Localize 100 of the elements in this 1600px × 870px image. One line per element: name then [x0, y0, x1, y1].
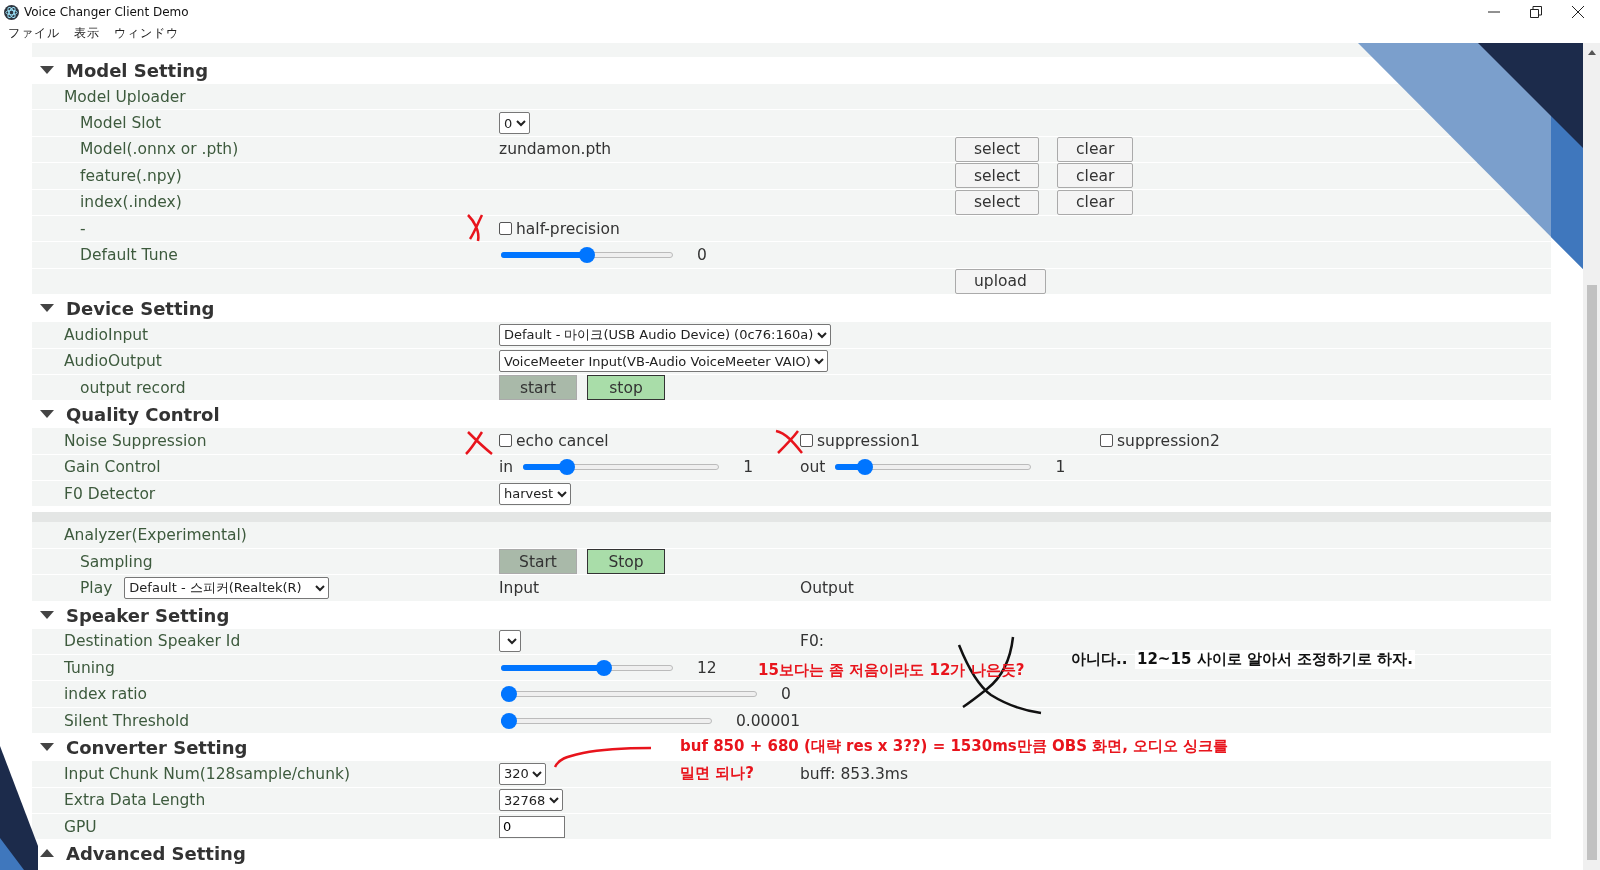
section-title[interactable]: Device Setting — [66, 298, 215, 320]
dropdown[interactable]: 320 — [499, 762, 546, 785]
section-title[interactable]: Model Setting — [66, 60, 209, 81]
section-title[interactable]: Speaker Setting — [66, 604, 230, 626]
slider[interactable] — [501, 686, 757, 703]
handwritten-note: 12~15 사이로 알아서 조정하기로 하자. — [1135, 650, 1415, 669]
slider-value: 0 — [781, 685, 791, 704]
caret-down-icon[interactable] — [40, 410, 54, 420]
caret-down-icon[interactable] — [40, 610, 54, 620]
value-text: buff: 853.3ms — [800, 764, 909, 783]
value-text: in — [499, 458, 514, 477]
checkbox-option[interactable]: echo cancel — [499, 432, 609, 450]
field-label: index ratio — [64, 685, 148, 704]
action-button[interactable]: clear — [1057, 136, 1134, 162]
slider-thumb[interactable] — [579, 247, 595, 264]
field-label: Model(.onnx or .pth) — [80, 140, 239, 159]
action-button[interactable]: select — [955, 136, 1040, 162]
value-text: F0: — [800, 632, 824, 651]
field-label: - — [80, 219, 86, 238]
field-label: Play — [80, 578, 113, 597]
field-label: AudioInput — [64, 325, 149, 344]
slider-thumb[interactable] — [596, 659, 613, 676]
slider-thumb[interactable] — [501, 712, 517, 729]
cross-mark-drawing — [464, 430, 494, 456]
caret-down-icon[interactable] — [40, 304, 54, 314]
field-label: Sampling — [80, 552, 153, 571]
menu-item[interactable]: ウィンドウ — [114, 25, 179, 42]
menu-item[interactable]: 表示 — [74, 25, 100, 42]
toggle-button[interactable]: stop — [587, 375, 665, 401]
field-label: Default Tune — [80, 246, 178, 265]
scrollbar[interactable] — [1583, 43, 1600, 870]
checkbox-label: echo cancel — [516, 432, 609, 450]
slider-value: 0 — [697, 246, 707, 265]
slider-value: 1 — [743, 458, 753, 477]
field-label: Tuning — [64, 658, 115, 677]
value-text: Input — [499, 578, 540, 597]
dropdown[interactable]: harvest — [499, 482, 571, 505]
cross-mark-drawing — [774, 429, 806, 455]
dropdown[interactable]: Default - 마이크(USB Audio Device) (0c76:160a) — [499, 323, 831, 346]
field-label: Model Uploader — [64, 87, 186, 106]
slider[interactable] — [501, 659, 673, 676]
field-label: output record — [80, 378, 186, 397]
dropdown[interactable]: VoiceMeeter Input(VB-Audio VoiceMeeter VAIO) — [499, 350, 828, 373]
slider-thumb[interactable] — [857, 459, 873, 476]
slider-thumb[interactable] — [501, 686, 517, 703]
action-button[interactable]: upload — [955, 268, 1046, 294]
slider[interactable] — [523, 459, 720, 476]
toggle-button[interactable]: Stop — [587, 549, 665, 575]
handwritten-note: 아니다.. — [1070, 650, 1129, 669]
app-logo-icon — [4, 4, 19, 20]
value-text: out — [800, 458, 826, 477]
caret-down-icon[interactable] — [40, 743, 54, 753]
window-title: Voice Changer Client Demo — [24, 5, 189, 19]
field-label: Noise Suppression — [64, 432, 207, 450]
dropdown[interactable]: 32768 — [499, 789, 563, 812]
dropdown[interactable] — [499, 630, 521, 653]
action-button[interactable]: clear — [1057, 163, 1134, 189]
field-label: GPU — [64, 817, 97, 836]
action-button[interactable]: select — [955, 163, 1040, 189]
caret-down-icon[interactable] — [40, 66, 54, 75]
slider-thumb[interactable] — [559, 459, 576, 476]
toggle-button[interactable]: Start — [499, 549, 577, 575]
checkbox[interactable] — [800, 434, 813, 448]
slider-value: 12 — [697, 658, 717, 677]
field-label: index(.index) — [80, 193, 182, 212]
field-label: AudioOutput — [64, 352, 162, 371]
field-label: F0 Detector — [64, 484, 156, 503]
slider[interactable] — [501, 247, 673, 264]
field-label: Model Slot — [80, 114, 162, 133]
dropdown[interactable]: 0 — [499, 112, 530, 135]
section-title[interactable]: Quality Control — [66, 404, 220, 426]
section-title[interactable]: Converter Setting — [66, 737, 248, 759]
restore-icon[interactable] — [1530, 6, 1542, 18]
action-button[interactable]: select — [955, 189, 1040, 215]
checkbox[interactable] — [499, 434, 512, 448]
caret-up-icon[interactable] — [40, 849, 54, 859]
scroll-up-icon[interactable] — [1587, 49, 1596, 55]
menu-item[interactable]: ファイル — [8, 25, 60, 42]
field-label: Input Chunk Num(128sample/chunk) — [64, 764, 350, 783]
scrollbar-thumb[interactable] — [1586, 285, 1597, 860]
field-label: Analyzer(Experimental) — [64, 526, 247, 545]
handwritten-note: 밀면 되나? — [679, 764, 755, 783]
toggle-button[interactable]: start — [499, 375, 577, 401]
action-button[interactable]: clear — [1057, 189, 1134, 215]
value-text: Output — [800, 578, 854, 597]
close-icon[interactable] — [1572, 6, 1584, 18]
dropdown[interactable]: Default - 스피커(Realtek(R) — [124, 576, 330, 599]
field-label: Silent Threshold — [64, 711, 190, 730]
section-title[interactable]: Advanced Setting — [66, 843, 246, 865]
slider[interactable] — [501, 712, 712, 729]
slider-value: 1 — [1055, 458, 1066, 477]
input-field[interactable]: 0 — [499, 815, 565, 838]
slider[interactable] — [835, 459, 1032, 476]
checkbox[interactable] — [499, 222, 512, 236]
value-text: zundamon.pth — [499, 140, 612, 159]
handwritten-note: buf 850 + 680 (대략 res x 3??) = 1530ms만큼 OBS 화면, 오디오 싱크를 — [679, 737, 1230, 756]
field-label: Gain Control — [64, 458, 161, 477]
field-label: Extra Data Length — [64, 791, 206, 810]
checkbox[interactable] — [1100, 434, 1113, 448]
field-label: Destination Speaker Id — [64, 632, 241, 651]
